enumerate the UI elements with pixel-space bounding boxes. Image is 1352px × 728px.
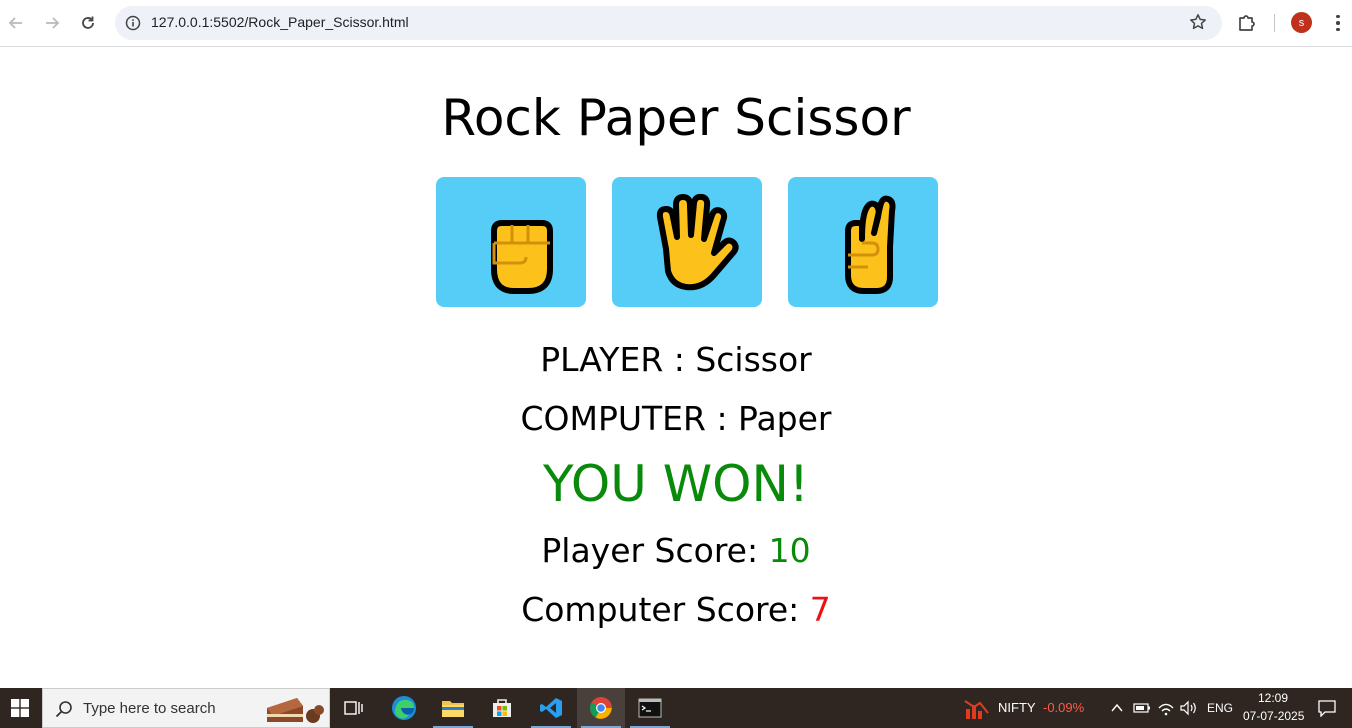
stock-chart-icon (964, 700, 989, 719)
folder-icon (442, 701, 464, 717)
page-title: Rock Paper Scissor (441, 89, 911, 147)
player-score-line: Player Score: 10 (0, 531, 1352, 570)
browser-toolbar: 127.0.0.1:5502/Rock_Paper_Scissor.html s (0, 0, 1352, 47)
result-text: YOU WON! (543, 455, 809, 513)
forward-arrow-icon (46, 17, 60, 29)
chevron-up-icon[interactable] (1110, 702, 1124, 714)
vscode-taskbar-app[interactable] (527, 688, 575, 728)
task-view-icon (344, 701, 363, 715)
computer-choice-text: COMPUTER : Paper (520, 399, 832, 438)
start-button[interactable] (0, 688, 40, 728)
player-score-label: Player Score: (541, 531, 759, 570)
volume-icon[interactable] (1179, 700, 1199, 716)
edge-taskbar-app[interactable] (380, 688, 428, 728)
player-choice-text: PLAYER : Scissor (540, 340, 812, 379)
task-view-button[interactable] (330, 688, 378, 728)
game-page: Rock Paper Scissor PLAYER: Scissor COMP… (0, 47, 1352, 688)
file-explorer-taskbar-app[interactable] (429, 688, 477, 728)
chrome-taskbar-app[interactable] (577, 688, 625, 728)
clock-time[interactable]: 12:09 (1258, 691, 1288, 705)
notification-center-icon[interactable] (1317, 699, 1337, 717)
computer-score-line: Computer Score: 7 (0, 590, 1352, 629)
back-arrow-icon (8, 17, 22, 29)
computer-score-value: 7 (809, 590, 831, 629)
taskbar-search-box[interactable]: Type here to search (42, 688, 330, 728)
microsoft-store-icon (493, 699, 511, 717)
browser-menu-icon[interactable] (1327, 11, 1349, 35)
search-icon (55, 701, 72, 718)
reload-button[interactable] (74, 9, 102, 37)
vscode-icon (540, 698, 562, 718)
scissor-button[interactable] (788, 177, 938, 307)
stock-change[interactable]: -0.09% (1043, 700, 1084, 715)
bookmark-star-icon[interactable] (1188, 13, 1208, 33)
computer-score-label: Computer Score: (521, 590, 800, 629)
command-prompt-icon (638, 698, 662, 718)
toolbar-divider (1274, 14, 1275, 32)
windows-logo-icon (11, 699, 29, 717)
url-text[interactable]: 127.0.0.1:5502/Rock_Paper_Scissor.html (151, 14, 409, 30)
windows-taskbar: Type here to search NIFTY -0.09% ENG 12:… (0, 688, 1352, 728)
choice-buttons (436, 177, 938, 307)
wifi-icon[interactable] (1157, 700, 1175, 716)
paper-button[interactable] (612, 177, 762, 307)
edge-browser-icon (392, 696, 416, 720)
back-button[interactable] (2, 9, 30, 37)
battery-icon[interactable] (1133, 702, 1151, 714)
raised-fist-icon (491, 220, 553, 294)
raised-hand-icon (656, 193, 739, 291)
address-bar[interactable]: 127.0.0.1:5502/Rock_Paper_Scissor.html (115, 6, 1222, 40)
store-taskbar-app[interactable] (478, 688, 526, 728)
player-score-value: 10 (768, 531, 811, 570)
reload-icon (82, 16, 94, 29)
search-placeholder[interactable]: Type here to search (83, 700, 216, 717)
stock-name[interactable]: NIFTY (998, 700, 1036, 715)
forward-button[interactable] (38, 9, 66, 37)
extensions-puzzle-icon[interactable] (1236, 11, 1260, 35)
language-indicator[interactable]: ENG (1207, 701, 1233, 715)
profile-avatar[interactable]: s (1291, 12, 1312, 33)
terminal-taskbar-app[interactable] (626, 688, 674, 728)
site-info-icon[interactable] (123, 13, 143, 33)
cake-search-highlight-icon (267, 698, 324, 723)
rock-button[interactable] (436, 177, 586, 307)
chrome-browser-icon (590, 697, 612, 719)
victory-hand-icon (845, 195, 896, 294)
clock-date[interactable]: 07-07-2025 (1243, 709, 1304, 723)
